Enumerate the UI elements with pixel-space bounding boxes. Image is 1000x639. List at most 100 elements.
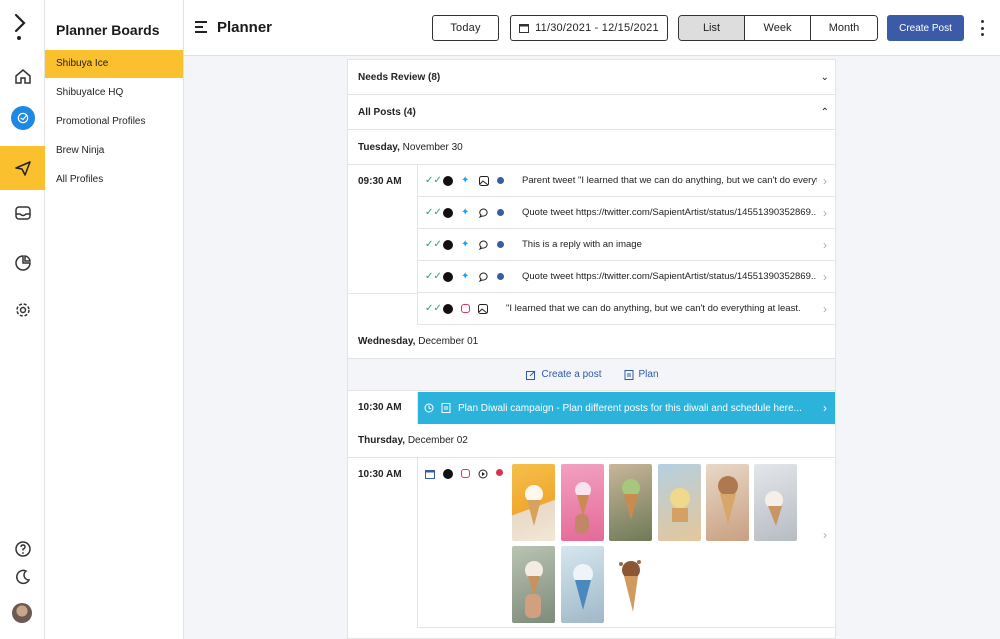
plan-row[interactable]: Plan Diwali campaign - Plan different po… <box>418 392 835 424</box>
post-row[interactable]: ✓✓ ✦ Parent tweet "I learned that we can… <box>418 165 835 197</box>
status-dot <box>497 177 504 184</box>
twitter-icon: ✦ <box>461 206 470 218</box>
post-text: Quote tweet https://twitter.com/SapientA… <box>522 271 817 282</box>
send-icon[interactable] <box>0 146 45 190</box>
day-date: December 02 <box>407 435 468 446</box>
media-thumbnail[interactable] <box>561 464 604 541</box>
media-thumbnail[interactable] <box>609 546 652 623</box>
approved-check-icon: ✓✓ <box>425 270 442 282</box>
settings-icon[interactable] <box>0 288 45 332</box>
planner-boards-sidebar: Planner Boards Shibuya Ice ShibuyaIce HQ… <box>45 0 184 639</box>
profile-avatar <box>443 207 453 218</box>
today-button[interactable]: Today <box>432 15 499 41</box>
twitter-icon: ✦ <box>461 174 470 186</box>
comment-icon <box>478 272 489 282</box>
day-header-thursday: Thursday, December 02 <box>348 424 835 458</box>
profile-avatar <box>443 303 453 314</box>
comment-icon <box>478 208 489 218</box>
view-month-button[interactable]: Month <box>811 16 877 40</box>
post-row[interactable]: ✓✓ ✦ This is a reply with an image › <box>418 229 835 261</box>
profile-avatar <box>443 239 453 250</box>
status-dot <box>497 241 504 248</box>
day-date: December 01 <box>418 336 479 347</box>
image-icon <box>478 303 488 314</box>
status-dot <box>497 209 504 216</box>
page-title: Planner <box>217 19 273 36</box>
status-dot <box>496 469 503 476</box>
instagram-icon <box>461 469 470 478</box>
create-post-button[interactable]: Create Post <box>887 15 964 41</box>
post-time: 09:30 AM <box>358 176 402 187</box>
planner-icon[interactable] <box>0 96 45 140</box>
dark-mode-icon[interactable] <box>0 555 45 599</box>
plan-icon <box>441 403 451 413</box>
media-thumbnail[interactable] <box>706 464 749 541</box>
chevron-right-icon[interactable]: › <box>823 528 827 542</box>
day-header-wednesday: Wednesday, December 01 <box>348 325 835 359</box>
media-thumbnail[interactable] <box>512 546 555 623</box>
post-row[interactable]: ✓✓ "I learned that we can do anything, b… <box>418 293 835 325</box>
media-thumbnail[interactable] <box>754 464 797 541</box>
all-posts-label: All Posts (4) <box>358 107 416 118</box>
day-weekday: Tuesday, <box>358 142 400 153</box>
chevron-right-icon[interactable]: › <box>823 174 827 188</box>
board-item-shibuya-ice[interactable]: Shibuya Ice <box>45 50 183 78</box>
nav-rail <box>0 0 45 639</box>
chevron-up-icon[interactable]: ⌃ <box>821 95 829 130</box>
app-logo[interactable] <box>12 12 32 42</box>
chevron-right-icon[interactable]: › <box>823 401 827 415</box>
plan-text: Plan Diwali campaign - Plan different po… <box>458 402 802 414</box>
board-item-all-profiles[interactable]: All Profiles <box>45 166 183 194</box>
post-text: Parent tweet "I learned that we can do a… <box>522 175 817 186</box>
needs-review-label: Needs Review (8) <box>358 72 441 83</box>
approved-check-icon: ✓✓ <box>425 206 442 218</box>
post-time: 10:30 AM <box>358 469 402 480</box>
inbox-icon[interactable] <box>0 191 45 235</box>
media-thumbnail[interactable] <box>561 546 604 623</box>
view-week-button[interactable]: Week <box>745 16 811 40</box>
chevron-right-icon[interactable]: › <box>823 302 827 316</box>
view-switcher: List Week Month <box>678 15 878 41</box>
media-thumbnail[interactable] <box>658 464 701 541</box>
create-a-post-link[interactable]: Create a post <box>526 369 602 380</box>
twitter-icon: ✦ <box>461 238 470 250</box>
reel-icon <box>478 469 488 479</box>
home-icon[interactable] <box>0 54 45 98</box>
plan-link[interactable]: Plan <box>624 369 659 380</box>
chevron-right-icon[interactable]: › <box>823 206 827 220</box>
analytics-icon[interactable] <box>0 241 45 285</box>
chevron-right-icon[interactable]: › <box>823 270 827 284</box>
approved-check-icon: ✓✓ <box>425 238 442 250</box>
user-avatar[interactable] <box>12 603 32 623</box>
board-item-brew-ninja[interactable]: Brew Ninja <box>45 137 183 165</box>
plan-icon <box>624 369 634 380</box>
board-item-promotional-profiles[interactable]: Promotional Profiles <box>45 108 183 136</box>
day-header-tuesday: Tuesday, November 30 <box>348 131 835 165</box>
more-options-icon[interactable] <box>977 18 987 38</box>
clock-icon <box>424 403 434 413</box>
media-thumbnail[interactable] <box>512 464 555 541</box>
day-weekday: Thursday, <box>358 435 406 446</box>
plan-time: 10:30 AM <box>358 402 402 413</box>
status-dot <box>497 273 504 280</box>
profile-avatar <box>443 175 453 186</box>
day-weekday: Wednesday, <box>358 336 416 347</box>
post-row[interactable]: ✓✓ ✦ Quote tweet https://twitter.com/Sap… <box>418 197 835 229</box>
instagram-icon <box>461 304 470 313</box>
board-item-shibuyaice-hq[interactable]: ShibuyaIce HQ <box>45 79 183 107</box>
post-row[interactable]: ✓✓ ✦ Quote tweet https://twitter.com/Sap… <box>418 261 835 293</box>
create-a-post-label: Create a post <box>541 369 602 380</box>
post-text: "I learned that we can do anything, but … <box>506 303 801 314</box>
date-range-text: 11/30/2021 - 12/15/2021 <box>535 22 659 34</box>
all-posts-section[interactable]: All Posts (4) ⌃ <box>348 95 835 130</box>
media-thumbnail[interactable] <box>609 464 652 541</box>
view-list-button[interactable]: List <box>679 16 745 40</box>
chevron-down-icon[interactable]: ⌄ <box>821 60 829 95</box>
date-range-picker[interactable]: 11/30/2021 - 12/15/2021 <box>510 15 668 41</box>
needs-review-section[interactable]: Needs Review (8) ⌄ <box>348 60 835 95</box>
day-date: November 30 <box>402 142 463 153</box>
menu-icon[interactable] <box>195 20 207 34</box>
approved-check-icon: ✓✓ <box>425 174 442 186</box>
comment-icon <box>478 240 489 250</box>
chevron-right-icon[interactable]: › <box>823 238 827 252</box>
